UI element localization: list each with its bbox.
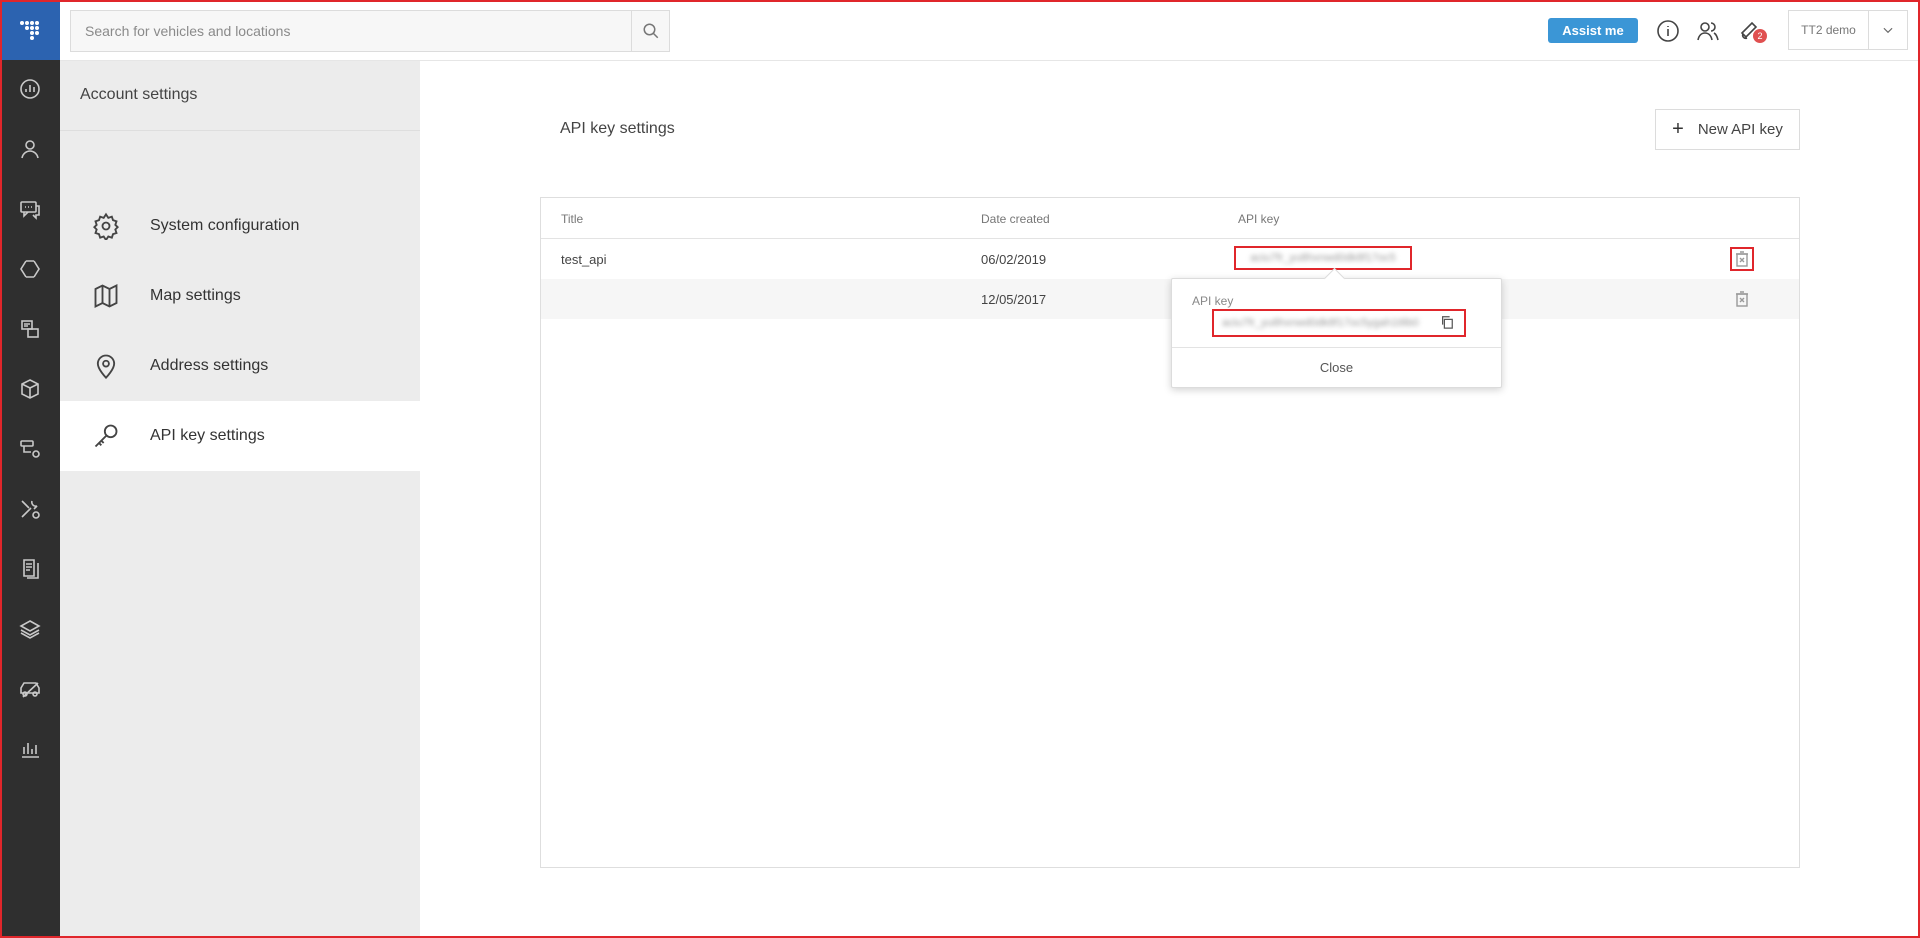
table-row[interactable]: 12/05/2017 xyxy=(541,279,1799,319)
page-title: API key settings xyxy=(560,120,675,137)
row-title: test_api xyxy=(561,252,607,267)
app-rail xyxy=(0,0,60,938)
delete-icon[interactable] xyxy=(1730,287,1754,311)
reports-icon[interactable] xyxy=(16,555,44,583)
nav-item-label: System configuration xyxy=(150,217,300,234)
vehicle-icon[interactable] xyxy=(16,675,44,703)
nav-item-system-configuration[interactable]: System configuration xyxy=(60,191,420,261)
row-date: 12/05/2017 xyxy=(981,292,1047,307)
plus-icon: + xyxy=(1672,118,1684,140)
new-api-key-button[interactable]: + New API key xyxy=(1655,109,1800,150)
user-menu[interactable]: TT2 demo xyxy=(1788,10,1908,50)
api-keys-table: Title Date created API key test_api 06/0… xyxy=(540,197,1800,868)
popover-close-button[interactable]: Close xyxy=(1172,348,1501,387)
copy-icon[interactable] xyxy=(1440,315,1456,331)
api-key-popover: API key aciu7fr_yu8hxnwd0dk8f17oc5ygah1t… xyxy=(1171,278,1502,388)
assist-me-button[interactable]: Assist me xyxy=(1548,18,1638,43)
key-icon xyxy=(90,420,122,452)
dashboard-icon[interactable] xyxy=(16,75,44,103)
routes-icon[interactable] xyxy=(16,255,44,283)
documents-icon[interactable] xyxy=(16,315,44,343)
search-icon xyxy=(643,23,658,39)
map-icon xyxy=(90,280,122,312)
column-api-key: API key xyxy=(1238,212,1280,226)
search-box xyxy=(70,10,670,52)
nav-item-map-settings[interactable]: Map settings xyxy=(60,261,420,331)
search-input[interactable] xyxy=(71,11,631,51)
divider xyxy=(60,130,420,131)
popover-api-key-value[interactable]: aciu7fr_yu8hxnwd0dk8f17oc5ygah1t8b0 xyxy=(1212,309,1466,337)
row-date: 06/02/2019 xyxy=(981,252,1047,267)
package-icon[interactable] xyxy=(16,375,44,403)
person-icon[interactable] xyxy=(16,135,44,163)
nav-item-address-settings[interactable]: Address settings xyxy=(60,331,420,401)
table-row[interactable]: test_api 06/02/2019 aciu7fr_yu8hxnwd0dk8… xyxy=(541,239,1799,279)
column-title: Title xyxy=(561,212,584,226)
location-pin-icon xyxy=(90,350,122,382)
api-key-value[interactable]: aciu7fr_yu8hxnwd0dk8f17oc5 xyxy=(1234,246,1412,270)
notification-badge: 2 xyxy=(1753,29,1767,43)
column-date-created: Date created xyxy=(981,212,1050,226)
new-api-key-label: New API key xyxy=(1697,121,1783,138)
search-button[interactable] xyxy=(631,11,669,51)
nav-item-api-key-settings[interactable]: API key settings xyxy=(60,401,420,471)
nav-item-label: Map settings xyxy=(150,287,241,304)
chart-icon[interactable] xyxy=(16,735,44,763)
settings-sidebar: Account settings System configuration Ma… xyxy=(60,61,420,938)
chevron-down-icon[interactable] xyxy=(1869,11,1907,49)
workflow-icon[interactable] xyxy=(16,435,44,463)
nav-item-label: API key settings xyxy=(150,427,265,444)
app-logo[interactable] xyxy=(0,0,60,60)
popover-label: API key xyxy=(1192,294,1234,308)
notifications-icon[interactable]: 2 xyxy=(1736,17,1767,45)
table-header: Title Date created API key xyxy=(541,198,1799,239)
user-name: TT2 demo xyxy=(1789,11,1869,49)
nav-item-label: Address settings xyxy=(150,357,269,374)
users-icon[interactable] xyxy=(1694,17,1722,45)
top-bar: Assist me 2 TT2 demo xyxy=(60,0,1918,61)
logo-dots-icon xyxy=(20,21,39,40)
chat-icon[interactable] xyxy=(16,195,44,223)
info-icon[interactable] xyxy=(1654,17,1682,45)
layers-icon[interactable] xyxy=(16,615,44,643)
delete-icon[interactable] xyxy=(1730,247,1754,271)
settings-title: Account settings xyxy=(80,86,198,103)
gear-icon xyxy=(90,210,122,242)
tools-icon[interactable] xyxy=(16,495,44,523)
